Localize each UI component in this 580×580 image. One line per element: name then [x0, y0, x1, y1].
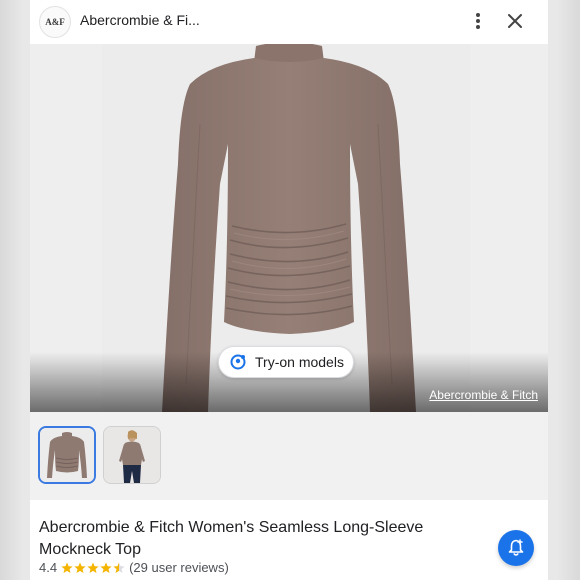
thumbnail-strip: [30, 412, 548, 500]
star-icon: [61, 562, 73, 573]
rating-row[interactable]: 4.4 (29 user reviews): [39, 560, 229, 575]
star-icon: [74, 562, 86, 573]
price-alert-button[interactable]: [498, 530, 534, 566]
try-on-models-label: Try-on models: [255, 354, 344, 370]
star-icon: [87, 562, 99, 573]
review-count: (29 user reviews): [129, 560, 229, 575]
product-title[interactable]: Abercrombie & Fitch Women's Seamless Lon…: [39, 517, 469, 561]
close-icon[interactable]: [506, 12, 524, 30]
header-bar: A&F Abercrombie & Fi...: [30, 0, 548, 44]
try-on-models-button[interactable]: Try-on models: [218, 346, 354, 378]
thumbnail-shirt-image: [40, 428, 94, 482]
thumbnail-model-wearing[interactable]: [103, 426, 161, 484]
rating-value: 4.4: [39, 560, 58, 575]
product-info: Abercrombie & Fitch Women's Seamless Lon…: [30, 500, 548, 580]
site-title[interactable]: Abercrombie & Fi...: [80, 12, 200, 28]
try-on-models-icon: [230, 354, 246, 370]
source-link[interactable]: Abercrombie & Fitch: [429, 388, 538, 402]
price-alert-bell-icon: [508, 539, 524, 556]
thumbnail-product-shirt[interactable]: [38, 426, 96, 484]
more-vert-icon[interactable]: [470, 11, 486, 31]
star-icon: [100, 562, 112, 573]
star-half-icon: [113, 562, 125, 573]
brand-logo[interactable]: A&F: [39, 6, 71, 38]
rating-stars: [61, 562, 125, 574]
product-image-hero[interactable]: Try-on models Abercrombie & Fitch: [30, 44, 548, 412]
product-viewer-card: A&F Abercrombie & Fi... Try-on models Ab…: [30, 0, 548, 580]
thumbnail-model-image: [104, 427, 160, 483]
brand-logo-text: A&F: [45, 17, 65, 27]
